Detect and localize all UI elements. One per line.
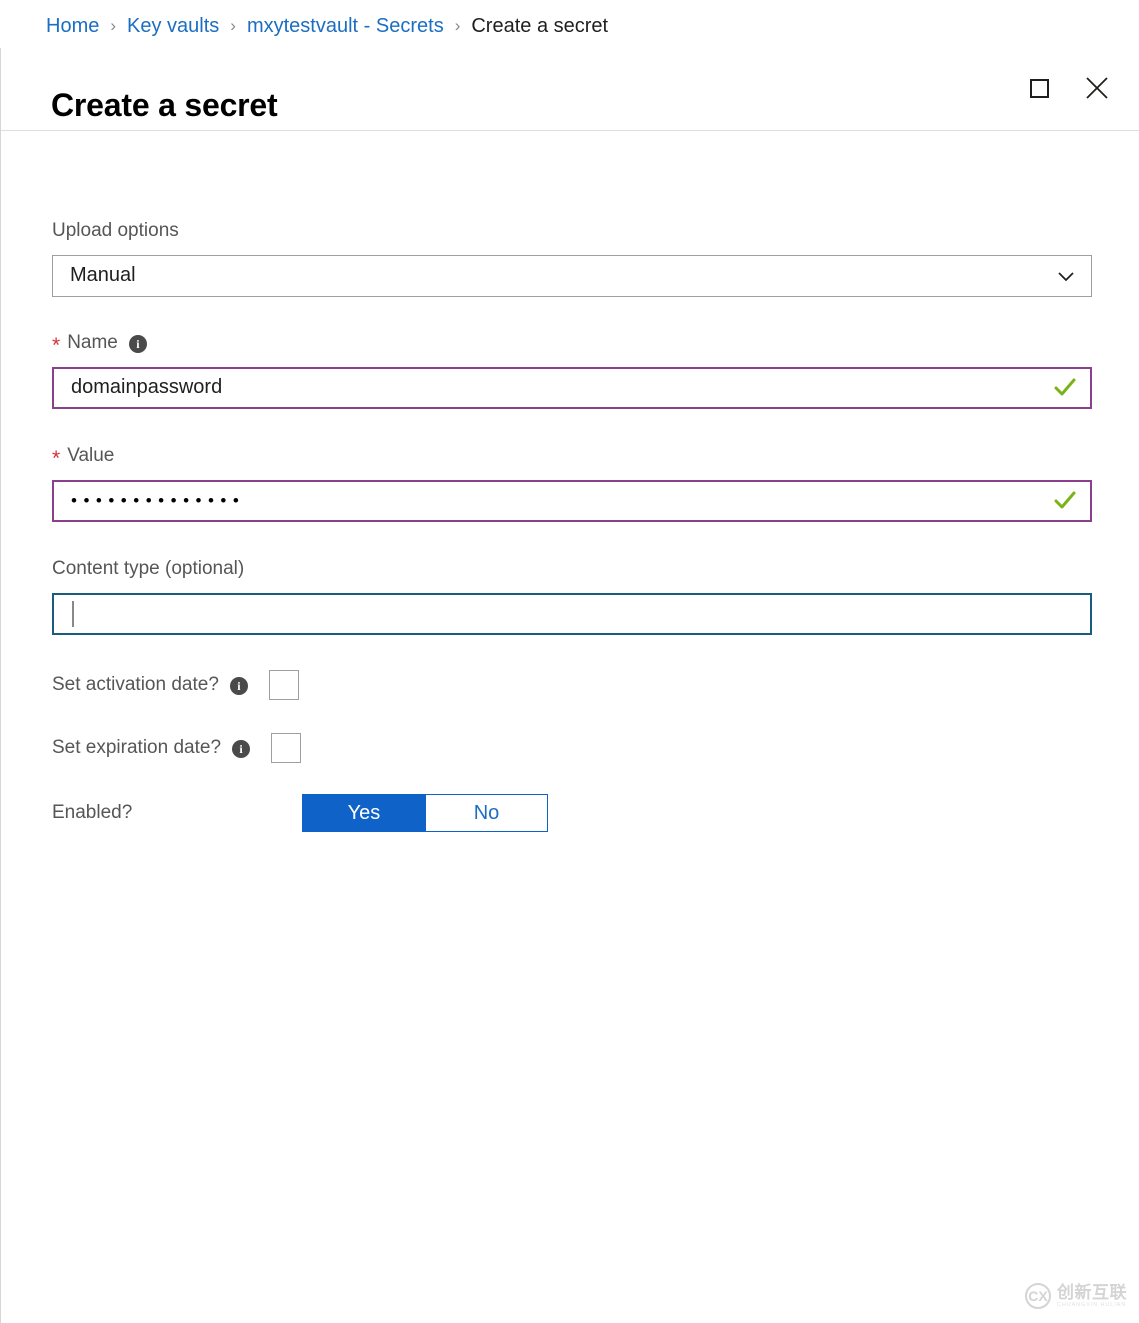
- watermark-text: 创新互联 CHUANGXIN HULIAN: [1057, 1284, 1127, 1309]
- valid-check-icon: [1052, 375, 1078, 401]
- window-controls: [1019, 68, 1117, 108]
- row-set-activation-date: Set activation date? i: [52, 670, 299, 700]
- name-input-wrapper[interactable]: [52, 366, 1092, 409]
- enabled-yes-button[interactable]: Yes: [302, 794, 425, 832]
- field-group-content-type: Content type (optional): [52, 558, 1092, 635]
- page-title: Create a secret: [51, 87, 278, 124]
- watermark-text-en: CHUANGXIN HULIAN: [1057, 1301, 1127, 1308]
- name-input[interactable]: [71, 368, 1044, 407]
- watermark-text-cn: 创新互联: [1057, 1282, 1127, 1302]
- maximize-icon: [1029, 78, 1049, 98]
- name-label-text: Name: [67, 332, 118, 353]
- breadcrumb-separator-icon: ›: [110, 15, 117, 35]
- upload-options-select[interactable]: Manual: [52, 254, 1092, 297]
- value-required-marker: *: [52, 446, 61, 470]
- close-icon: [1086, 77, 1108, 99]
- content-type-input[interactable]: [74, 594, 1078, 633]
- content-type-label: Content type (optional): [52, 558, 1092, 581]
- name-required-marker: *: [52, 333, 61, 357]
- create-secret-page: Home › Key vaults › mxytestvault - Secre…: [0, 0, 1139, 1323]
- info-icon[interactable]: i: [128, 335, 147, 354]
- content-type-label-text: Content type (optional): [52, 558, 245, 579]
- name-label: * Name i: [52, 332, 1092, 357]
- set-expiration-date-checkbox[interactable]: [271, 733, 302, 763]
- info-icon[interactable]: i: [232, 740, 251, 758]
- value-input-masked[interactable]: ••••••••••••••: [71, 492, 1044, 509]
- upload-options-label: Upload options: [52, 220, 1092, 243]
- breadcrumb-separator-icon: ›: [454, 15, 461, 35]
- blade-header: Create a secret: [1, 48, 1139, 131]
- value-input-wrapper[interactable]: ••••••••••••••: [52, 479, 1092, 522]
- breadcrumb: Home › Key vaults › mxytestvault - Secre…: [46, 10, 608, 42]
- breadcrumb-item-vault-secrets[interactable]: mxytestvault - Secrets: [247, 16, 444, 36]
- maximize-button[interactable]: [1019, 68, 1059, 108]
- value-label: * Value: [52, 445, 1092, 470]
- valid-check-icon: [1052, 488, 1078, 514]
- breadcrumb-item-home[interactable]: Home: [46, 16, 99, 36]
- info-icon[interactable]: i: [229, 677, 248, 695]
- set-activation-date-label: Set activation date? i: [52, 674, 248, 696]
- watermark: CX 创新互联 CHUANGXIN HULIAN: [1025, 1283, 1127, 1309]
- content-type-input-wrapper[interactable]: [52, 592, 1092, 635]
- set-activation-date-checkbox[interactable]: [268, 670, 299, 700]
- value-label-text: Value: [67, 445, 115, 466]
- field-group-value: * Value ••••••••••••••: [52, 445, 1092, 522]
- chevron-down-icon: [1055, 265, 1077, 287]
- breadcrumb-item-key-vaults[interactable]: Key vaults: [127, 16, 219, 36]
- breadcrumb-item-current: Create a secret: [471, 15, 609, 37]
- enabled-no-button[interactable]: No: [425, 794, 548, 832]
- enabled-toggle-group: Yes No: [302, 794, 548, 832]
- close-button[interactable]: [1077, 68, 1117, 108]
- watermark-logo-icon: CX: [1025, 1283, 1051, 1309]
- row-enabled: Enabled? Yes No: [52, 794, 548, 832]
- set-expiration-date-label: Set expiration date? i: [52, 737, 251, 759]
- set-activation-date-label-text: Set activation date?: [52, 674, 219, 695]
- field-group-upload-options: Upload options Manual: [52, 220, 1092, 297]
- set-expiration-date-label-text: Set expiration date?: [52, 737, 222, 758]
- row-set-expiration-date: Set expiration date? i: [52, 733, 302, 763]
- create-secret-blade: Create a secret Upload options Manual * …: [0, 48, 1139, 1323]
- upload-options-label-text: Upload options: [52, 220, 179, 241]
- field-group-name: * Name i: [52, 332, 1092, 409]
- breadcrumb-separator-icon: ›: [230, 15, 236, 35]
- enabled-label: Enabled?: [52, 802, 133, 823]
- upload-options-selected-value: Manual: [70, 264, 136, 287]
